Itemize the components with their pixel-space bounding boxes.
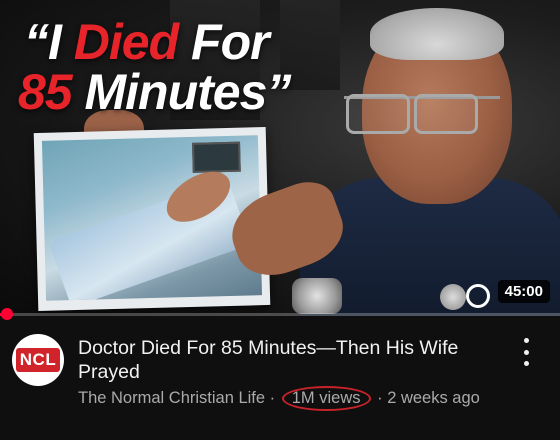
man-hair xyxy=(370,8,504,60)
separator: · xyxy=(265,389,280,407)
video-thumbnail[interactable]: “I Died For 85 Minutes” 45:00 xyxy=(0,0,560,316)
wristwatch xyxy=(292,278,342,314)
more-vert-icon[interactable] xyxy=(520,338,532,366)
more-dot xyxy=(523,361,529,366)
hospital-photo xyxy=(33,126,271,312)
headline-prefix: “I xyxy=(24,14,74,70)
video-card[interactable]: “I Died For 85 Minutes” 45:00 NCL Doctor… xyxy=(0,0,560,440)
thumbnail-headline-line2: 85 Minutes” xyxy=(18,64,292,120)
duration-badge: 45:00 xyxy=(497,280,550,303)
channel-avatar-logo: NCL xyxy=(15,348,61,372)
view-count: 1M views xyxy=(281,386,371,411)
headline-highlight-85: 85 xyxy=(18,64,73,120)
more-dot xyxy=(523,349,529,355)
more-dot xyxy=(523,338,529,343)
headline-suffix-minutes: Minutes” xyxy=(71,64,292,120)
hospital-photo-image xyxy=(41,135,263,301)
headline-suffix-for: For xyxy=(178,14,270,70)
channel-avatar[interactable]: NCL xyxy=(12,334,64,386)
thumbnail-headline-line1: “I Died For xyxy=(24,14,270,70)
monitor-shape xyxy=(192,141,241,173)
video-meta: NCL Doctor Died For 85 Minutes—Then His … xyxy=(0,316,560,440)
video-subline: The Normal Christian Life · 1M views · 2… xyxy=(78,386,480,411)
glasses-lens-left xyxy=(346,94,410,134)
channel-name[interactable]: The Normal Christian Life xyxy=(78,389,265,407)
stethoscope xyxy=(440,284,466,310)
autoplay-ring-icon xyxy=(466,284,490,308)
upload-age: 2 weeks ago xyxy=(387,389,480,407)
headline-highlight-died: Died xyxy=(73,14,179,70)
video-title[interactable]: Doctor Died For 85 Minutes—Then His Wife… xyxy=(78,336,498,384)
separator: · xyxy=(372,389,388,407)
glasses-lens-right xyxy=(414,94,478,134)
